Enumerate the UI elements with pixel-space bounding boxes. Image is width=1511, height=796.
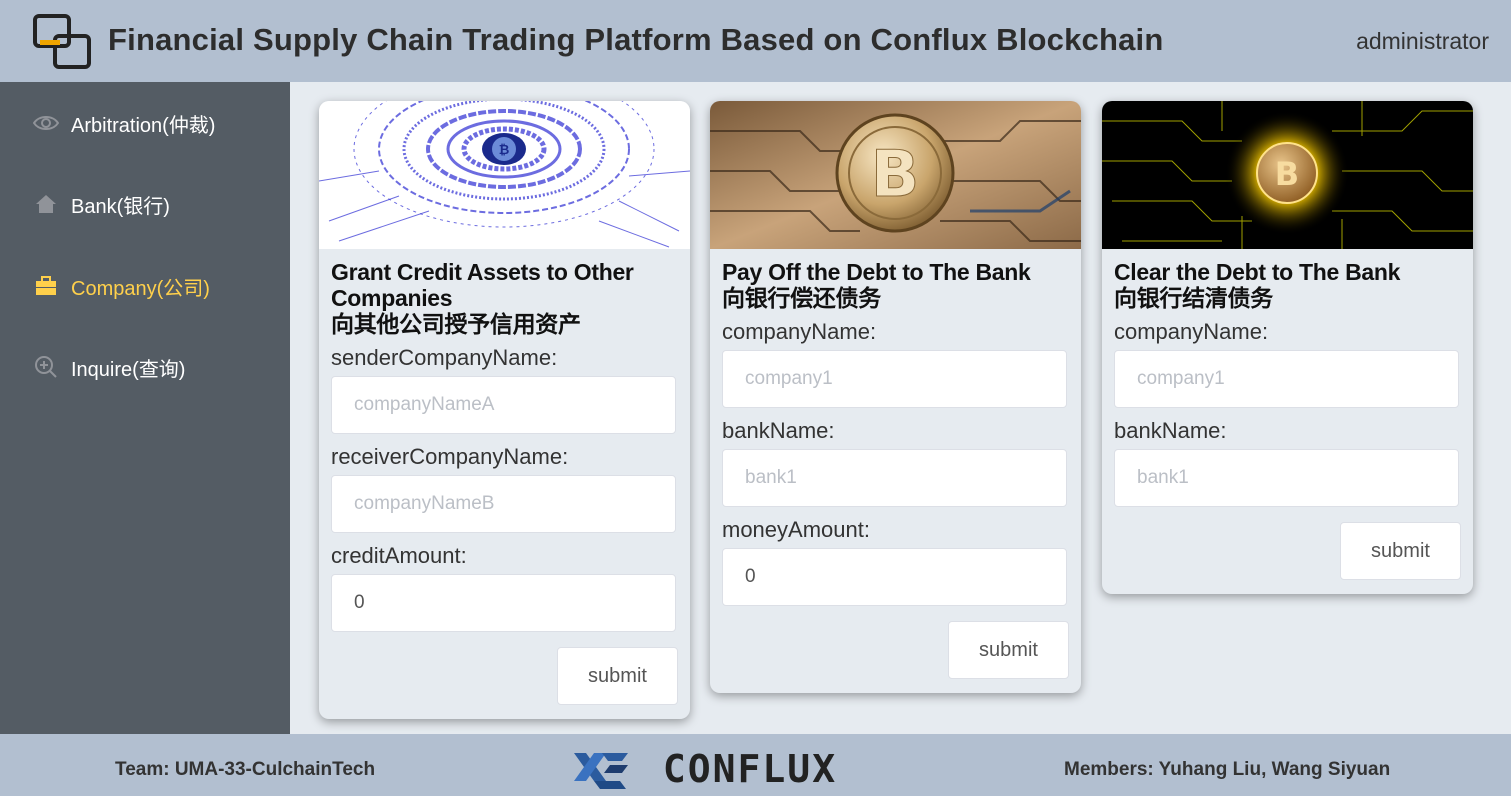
card-title: Pay Off the Debt to The Bank 向银行偿还债务 (722, 259, 1069, 311)
card-title-en: Clear the Debt to The Bank (1114, 259, 1401, 285)
sidebar-item-bank[interactable]: Bank(银行) (0, 174, 290, 234)
zoom-in-icon (33, 354, 59, 380)
company-name-input[interactable] (1114, 350, 1459, 408)
app-title: Financial Supply Chain Trading Platform … (108, 22, 1164, 57)
conflux-logo-text: CONFLUX (663, 747, 837, 791)
bitcoin-glowing-circuit-image: B (1102, 101, 1473, 249)
bank-name-label: bankName: (1114, 418, 1227, 443)
clear-debt-submit-button[interactable]: submit (1340, 522, 1461, 580)
sidebar-item-company[interactable]: Company(公司) (0, 256, 290, 316)
sidebar: Arbitration(仲裁) Bank(银行) Company(公司) Inq… (0, 82, 290, 734)
card-title: Clear the Debt to The Bank 向银行结清债务 (1114, 259, 1461, 311)
bank-name-input[interactable] (722, 449, 1067, 507)
svg-text:B: B (871, 138, 920, 212)
footer: Team: UMA-33-CulchainTech CONFLUX Member… (0, 734, 1511, 796)
money-amount-label: moneyAmount: (722, 517, 870, 542)
sender-company-label: senderCompanyName: (331, 345, 558, 370)
sidebar-item-label: Arbitration(仲裁) (71, 114, 216, 137)
user-name[interactable]: administrator (1356, 28, 1489, 55)
clear-debt-card: B Clear the Debt to The Bank 向银行结清债务 com… (1102, 101, 1473, 594)
sidebar-item-label: Inquire(查询) (71, 358, 186, 381)
bitcoin-gold-coin-image: B (710, 101, 1081, 249)
overlapping-squares-logo-icon (33, 14, 91, 69)
money-amount-input[interactable] (722, 548, 1067, 606)
card-title-cn: 向其他公司授予信用资产 (331, 311, 581, 337)
company-name-input[interactable] (722, 350, 1067, 408)
sidebar-item-arbitration[interactable]: Arbitration(仲裁) (0, 93, 290, 153)
briefcase-icon (33, 273, 59, 299)
card-title-cn: 向银行结清债务 (1114, 285, 1273, 311)
bank-name-label: bankName: (722, 418, 835, 443)
bank-name-input[interactable] (1114, 449, 1459, 507)
sidebar-item-label: Bank(银行) (71, 195, 170, 218)
members-list: Members: Yuhang Liu, Wang Siyuan (1064, 759, 1391, 780)
home-icon (33, 191, 59, 217)
sender-company-input[interactable] (331, 376, 676, 434)
card-title-en: Grant Credit Assets to Other Companies (331, 259, 634, 311)
pay-off-debt-submit-button[interactable]: submit (948, 621, 1069, 679)
card-title: Grant Credit Assets to Other Companies 向… (331, 259, 678, 337)
svg-text:₿: ₿ (499, 143, 510, 158)
sidebar-item-inquire[interactable]: Inquire(查询) (0, 337, 290, 397)
svg-text:B: B (1275, 155, 1299, 193)
receiver-company-input[interactable] (331, 475, 676, 533)
credit-amount-input[interactable] (331, 574, 676, 632)
credit-amount-label: creditAmount: (331, 543, 467, 568)
conflux-mark-icon (574, 753, 628, 789)
team-name: Team: UMA-33-CulchainTech (115, 759, 376, 780)
main-content: ₿ Grant Credit Assets to Other Companies… (290, 82, 1511, 734)
eye-icon (33, 110, 59, 136)
pay-off-debt-card: B Pay Off the Debt to The Bank 向银行偿还债务 c… (710, 101, 1081, 693)
grant-credit-card: ₿ Grant Credit Assets to Other Companies… (319, 101, 690, 719)
company-name-label: companyName: (1114, 319, 1269, 344)
sidebar-item-label: Company(公司) (71, 277, 210, 300)
bitcoin-circuit-blue-image: ₿ (319, 101, 690, 249)
card-title-en: Pay Off the Debt to The Bank (722, 259, 1031, 285)
conflux-logo: CONFLUX (574, 747, 837, 791)
card-title-cn: 向银行偿还债务 (722, 285, 881, 311)
grant-credit-submit-button[interactable]: submit (557, 647, 678, 705)
company-name-label: companyName: (722, 319, 877, 344)
top-header: Financial Supply Chain Trading Platform … (0, 0, 1511, 82)
receiver-company-label: receiverCompanyName: (331, 444, 569, 469)
